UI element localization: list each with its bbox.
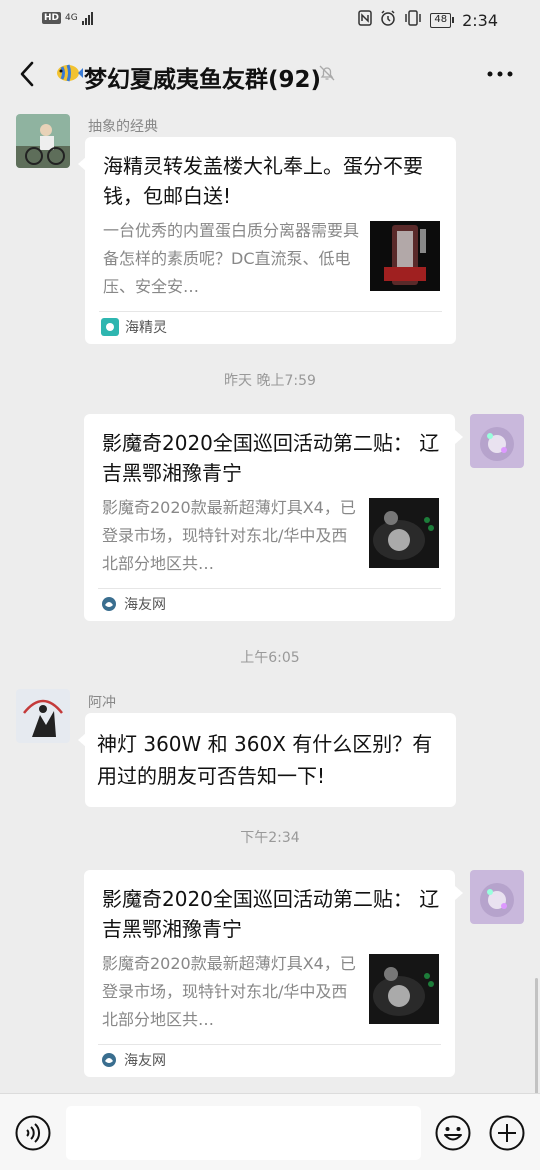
card-title: 海精灵转发盖楼大礼奉上。蛋分不要钱，包邮白送! bbox=[103, 154, 423, 208]
timestamp: 昨天 晚上7:59 bbox=[224, 373, 316, 389]
back-button[interactable] bbox=[14, 58, 42, 90]
avatar[interactable] bbox=[16, 114, 70, 168]
card-thumbnail bbox=[370, 221, 440, 291]
hd-badge: HD bbox=[42, 12, 62, 24]
card-description: 一台优秀的内置蛋白质分离器需要具备怎样的素质呢？DC直流泵、低电压、安全安… bbox=[103, 221, 359, 296]
chat-message-list[interactable]: 抽象的经典 海精灵转发盖楼大礼奉上。蛋分不要钱，包邮白送! 一台优秀的内置蛋白质… bbox=[0, 108, 540, 1093]
card-title: 影魔奇2020全国巡回活动第二贴： 辽吉黑鄂湘豫青宁 bbox=[102, 887, 440, 941]
emoji-icon[interactable] bbox=[434, 1114, 472, 1152]
source-name: 海友网 bbox=[124, 597, 166, 613]
my-avatar[interactable] bbox=[470, 870, 524, 924]
source-name: 海友网 bbox=[124, 1053, 166, 1069]
sender-name: 抽象的经典 bbox=[88, 119, 158, 135]
timestamp: 上午6:05 bbox=[240, 650, 300, 666]
my-avatar[interactable] bbox=[470, 414, 524, 468]
scrollbar[interactable] bbox=[535, 978, 538, 1093]
card-description: 影魔奇2020款最新超薄灯具X4，已登录市场，现特针对东北/华中及西北部分地区共… bbox=[102, 498, 356, 573]
input-bar bbox=[0, 1093, 540, 1170]
card-description: 影魔奇2020款最新超薄灯具X4，已登录市场，现特针对东北/华中及西北部分地区共… bbox=[102, 954, 356, 1029]
nfc-icon bbox=[358, 10, 373, 30]
signal-icon bbox=[81, 11, 93, 25]
avatar[interactable] bbox=[16, 689, 70, 743]
clock: 2:34 bbox=[462, 10, 498, 30]
message-input[interactable] bbox=[66, 1106, 421, 1160]
link-card[interactable]: 影魔奇2020全国巡回活动第二贴： 辽吉黑鄂湘豫青宁 影魔奇2020款最新超薄灯… bbox=[84, 414, 455, 621]
plus-icon[interactable] bbox=[488, 1114, 526, 1152]
mute-icon bbox=[318, 64, 336, 82]
card-thumbnail bbox=[369, 498, 439, 568]
card-source: 海友网 bbox=[100, 1050, 166, 1070]
voice-icon[interactable] bbox=[14, 1114, 52, 1152]
app-icon bbox=[102, 597, 116, 611]
vibrate-icon bbox=[404, 10, 422, 30]
battery-icon: 48 bbox=[430, 12, 455, 28]
more-icon bbox=[487, 71, 513, 77]
battery-level: 48 bbox=[430, 12, 452, 28]
status-left: HD 4G bbox=[42, 11, 93, 25]
link-card[interactable]: 海精灵转发盖楼大礼奉上。蛋分不要钱，包邮白送! 一台优秀的内置蛋白质分离器需要具… bbox=[85, 137, 456, 344]
chat-header: 梦幻夏威夷鱼友群(92) bbox=[0, 40, 540, 108]
more-options-button[interactable] bbox=[484, 60, 516, 88]
app-icon bbox=[102, 1053, 116, 1067]
source-name: 海精灵 bbox=[125, 320, 167, 336]
card-source: 海友网 bbox=[100, 594, 166, 614]
status-bar: HD 4G 48 2:34 bbox=[0, 0, 540, 40]
group-title: 梦幻夏威夷鱼友群(92) bbox=[84, 67, 322, 93]
card-source: 海精灵 bbox=[101, 317, 167, 337]
network-label: 4G bbox=[65, 13, 78, 23]
alarm-icon bbox=[380, 10, 396, 30]
app-icon bbox=[101, 318, 119, 336]
tropical-fish-icon bbox=[54, 58, 84, 94]
card-thumbnail bbox=[369, 954, 439, 1024]
chevron-left-icon bbox=[20, 61, 34, 87]
link-card[interactable]: 影魔奇2020全国巡回活动第二贴： 辽吉黑鄂湘豫青宁 影魔奇2020款最新超薄灯… bbox=[84, 870, 455, 1077]
sender-name: 阿冲 bbox=[88, 695, 116, 711]
card-title: 影魔奇2020全国巡回活动第二贴： 辽吉黑鄂湘豫青宁 bbox=[102, 431, 440, 485]
timestamp: 下午2:34 bbox=[240, 830, 300, 846]
status-right: 48 2:34 bbox=[358, 10, 498, 30]
text-message[interactable]: 神灯 360W 和 360X 有什么区别？有用过的朋友可否告知一下! bbox=[85, 713, 456, 807]
